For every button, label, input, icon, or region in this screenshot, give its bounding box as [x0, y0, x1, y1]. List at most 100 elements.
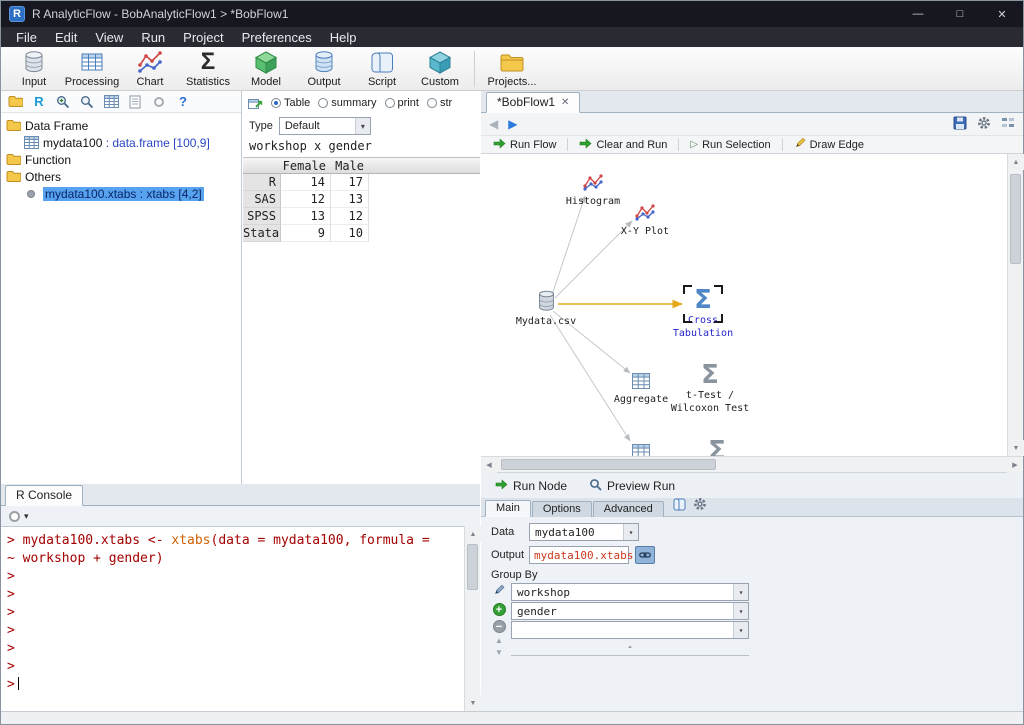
move-down-icon[interactable]: ▼: [495, 649, 503, 657]
menu-help[interactable]: Help: [321, 30, 366, 45]
gear-icon[interactable]: [693, 497, 707, 514]
scroll-down-icon[interactable]: ▼: [1008, 440, 1024, 456]
scroll-up-icon[interactable]: ▲: [465, 526, 481, 542]
node-t-test[interactable]: Σ t-Test / Wilcoxon Test: [665, 362, 755, 414]
menu-run[interactable]: Run: [132, 30, 174, 45]
canvas-vertical-scrollbar[interactable]: ▲ ▼: [1007, 154, 1023, 456]
tree-folder-data-frame[interactable]: Data Frame: [5, 117, 241, 134]
tree-item-mydata100-xtabs[interactable]: mydata100.xtabs : xtabs [4,2]: [5, 185, 241, 202]
help-icon[interactable]: ?: [175, 94, 191, 110]
node-label: t-Test /: [686, 390, 734, 401]
group-by-select-2[interactable]: gender▾: [511, 602, 749, 620]
table-row[interactable]: Stata 9 10: [243, 225, 480, 242]
tab-r-console[interactable]: R Console: [5, 485, 83, 506]
tree-item-mydata100[interactable]: mydata100 : data.frame [100,9]: [5, 134, 241, 151]
console-output[interactable]: > mydata100.xtabs <- xtabs(data = mydata…: [1, 526, 464, 711]
history-back-icon[interactable]: ◀: [489, 117, 498, 131]
toolbar-model-button[interactable]: Model: [237, 48, 295, 90]
group-by-select-3[interactable]: ▾: [511, 621, 749, 639]
toolbar-input-button[interactable]: Input: [5, 48, 63, 90]
scroll-left-icon[interactable]: ◀: [481, 457, 497, 473]
run-node-button[interactable]: Run Node: [495, 479, 567, 493]
tab-bobflow1[interactable]: *BobFlow1 ✕: [486, 92, 580, 113]
preview-run-button[interactable]: Preview Run: [589, 478, 675, 494]
table-row[interactable]: SAS 12 13: [243, 191, 480, 208]
toolbar-label: Chart: [137, 76, 164, 88]
menu-file[interactable]: File: [7, 30, 46, 45]
scrollbar-thumb[interactable]: [1010, 174, 1021, 264]
move-up-icon[interactable]: ▲: [495, 637, 503, 645]
group-by-select-1[interactable]: workshop▾: [511, 583, 749, 601]
script-icon: [369, 49, 395, 75]
canvas-horizontal-scrollbar[interactable]: ◀ ▶: [481, 456, 1023, 472]
toolbar-custom-button[interactable]: Custom: [411, 48, 469, 90]
tab-options[interactable]: Options: [532, 501, 592, 517]
search-icon[interactable]: [79, 94, 95, 110]
group-by-placeholder[interactable]: -: [511, 640, 749, 656]
scroll-up-icon[interactable]: ▲: [1008, 154, 1024, 170]
record-icon[interactable]: [151, 94, 167, 110]
scrollbar-thumb[interactable]: [467, 544, 478, 590]
type-select[interactable]: Default▾: [279, 117, 371, 135]
zoom-in-icon[interactable]: [55, 94, 71, 110]
close-tab-icon[interactable]: ✕: [561, 97, 569, 108]
scroll-down-icon[interactable]: ▼: [465, 695, 481, 711]
flow-canvas[interactable]: Histogram X-Y Plot Mydata.csv Σ Cross Ta…: [481, 154, 1009, 456]
menu-project[interactable]: Project: [174, 30, 232, 45]
edit-icon[interactable]: [493, 584, 505, 599]
node-partial-sigma[interactable]: Σ: [672, 438, 762, 456]
tree-folder-others[interactable]: Others: [5, 168, 241, 185]
table-row[interactable]: R 14 17: [243, 174, 480, 191]
run-flow-button[interactable]: Run Flow: [489, 138, 560, 152]
tab-advanced[interactable]: Advanced: [593, 501, 664, 517]
r-engine-icon[interactable]: R: [31, 94, 47, 110]
tab-main[interactable]: Main: [485, 500, 531, 517]
toolbar-projects-button[interactable]: Projects...: [480, 48, 544, 90]
run-selection-button[interactable]: ▷ Run Selection: [686, 139, 774, 151]
add-icon[interactable]: +: [493, 603, 506, 616]
radio-summary[interactable]: summary: [318, 97, 376, 109]
table-view-icon[interactable]: [103, 94, 119, 110]
radio-table[interactable]: Table: [271, 97, 310, 109]
radio-str[interactable]: str: [427, 97, 452, 109]
toolbar-processing-button[interactable]: Processing: [63, 48, 121, 90]
toolbar-script-button[interactable]: Script: [353, 48, 411, 90]
flow-region: *BobFlow1 ✕ ◀ ▶ Run Flow: [481, 91, 1023, 711]
script-view-icon[interactable]: [673, 498, 687, 514]
outline-view-icon[interactable]: [1001, 116, 1015, 133]
save-icon[interactable]: [953, 116, 967, 133]
history-forward-icon[interactable]: ▶: [508, 117, 517, 131]
node-histogram[interactable]: Histogram: [548, 174, 638, 207]
toolbar-chart-button[interactable]: Chart: [121, 48, 179, 90]
output-field[interactable]: mydata100.xtabs: [529, 546, 629, 564]
clear-and-run-button[interactable]: Clear and Run: [575, 138, 671, 152]
remove-icon[interactable]: −: [493, 620, 506, 633]
interrupt-icon[interactable]: [9, 511, 20, 522]
data-select[interactable]: mydata100▾: [529, 523, 639, 541]
new-folder-icon[interactable]: [7, 94, 23, 110]
gear-icon[interactable]: [977, 116, 991, 133]
toolbar-statistics-button[interactable]: Σ Statistics: [179, 48, 237, 90]
console-menu-caret-icon[interactable]: ▾: [24, 511, 29, 522]
close-button[interactable]: ✕: [981, 1, 1023, 27]
node-xy-plot[interactable]: X-Y Plot: [600, 204, 690, 237]
link-output-button[interactable]: [635, 546, 655, 564]
table-row[interactable]: SPSS 13 12: [243, 208, 480, 225]
node-mydata-csv[interactable]: Mydata.csv: [501, 290, 591, 327]
open-in-window-icon[interactable]: [247, 95, 263, 111]
radio-print[interactable]: print: [385, 97, 419, 109]
draw-edge-button[interactable]: Draw Edge: [790, 137, 868, 152]
tree-folder-function[interactable]: Function: [5, 151, 241, 168]
preview-document-icon[interactable]: [127, 94, 143, 110]
menu-edit[interactable]: Edit: [46, 30, 86, 45]
node-cross-tabulation[interactable]: Σ Cross Tabulation: [658, 287, 748, 339]
scrollbar-thumb[interactable]: [501, 459, 716, 470]
toolbar-output-button[interactable]: Output: [295, 48, 353, 90]
menu-view[interactable]: View: [86, 30, 132, 45]
scroll-right-icon[interactable]: ▶: [1007, 457, 1023, 473]
minimize-button[interactable]: —: [897, 1, 939, 27]
maximize-button[interactable]: □: [939, 1, 981, 27]
console-scrollbar[interactable]: ▲ ▼: [464, 526, 480, 711]
menu-preferences[interactable]: Preferences: [233, 30, 321, 45]
cell-value: 13: [281, 208, 331, 225]
